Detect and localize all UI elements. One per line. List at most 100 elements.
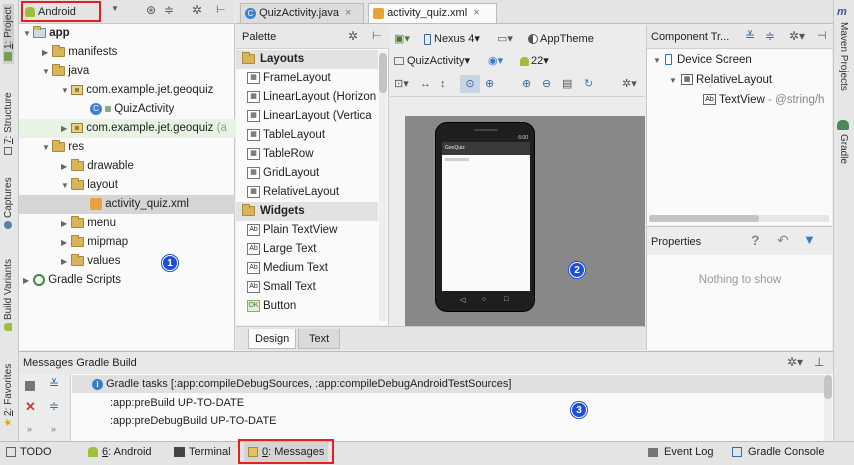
tab-text[interactable]: Text [298, 329, 341, 349]
tree-item[interactable]: ▼ app [19, 24, 235, 43]
activity-selector[interactable]: QuizActivity▾ [394, 52, 470, 70]
tree-item[interactable]: ▼ com.example.jet.geoquiz [19, 81, 235, 100]
close-icon[interactable]: × [473, 7, 479, 19]
tree-item[interactable]: ▶ Gradle Scripts [19, 271, 235, 290]
gear-icon[interactable]: ✲▾ [789, 29, 805, 43]
tree-item[interactable]: ▶ manifests [19, 43, 235, 62]
tab-activity-quiz-xml[interactable]: activity_quiz.xml × [368, 3, 497, 23]
palette-item[interactable]: OK Button [236, 297, 378, 316]
collapse-icon[interactable]: ≑ [164, 3, 174, 17]
palette-item[interactable]: Ab Plain TextView [236, 221, 378, 240]
chevron-down-icon[interactable]: ▼ [111, 4, 119, 13]
gear-icon[interactable]: ✲ [192, 3, 202, 17]
gear-icon[interactable]: ✲▾ [622, 75, 637, 93]
tree-item[interactable]: ▶ drawable [19, 157, 235, 176]
tool-tab-build-variants[interactable]: Build Variants [3, 256, 14, 334]
palette-item[interactable]: ▦ FrameLayout [236, 69, 378, 88]
tool-tab-gradle[interactable]: Gradle [838, 134, 849, 164]
palette-item[interactable]: ▦ GridLayout [236, 164, 378, 183]
hide-icon[interactable]: ⊢ [372, 29, 382, 42]
expand-arrow-icon[interactable]: ▼ [61, 176, 71, 195]
screenshot-icon[interactable]: ▤ [562, 75, 572, 93]
theme-selector[interactable]: AppTheme [528, 30, 594, 48]
collapse-arrow-icon[interactable]: ▶ [42, 43, 52, 62]
messages-line-3[interactable]: :app:preDebugBuild UP-TO-DATE [72, 412, 277, 430]
tree-item[interactable]: activity_quiz.xml [19, 195, 235, 214]
close-icon[interactable]: ✕ [25, 399, 36, 415]
component-textview[interactable]: Ab TextView - @string/h [703, 91, 824, 110]
palette-group-header[interactable]: Layouts [236, 50, 378, 69]
refresh-icon[interactable]: ↻ [584, 75, 593, 93]
status-android[interactable]: 6: Android [88, 442, 152, 462]
more-icon[interactable]: » [51, 424, 56, 434]
status-todo[interactable]: TODO [6, 442, 52, 462]
filter-icon[interactable]: ▼ [803, 232, 816, 247]
fit-width-icon[interactable]: ↔ [420, 75, 431, 93]
expand-arrow-icon[interactable]: ▼ [23, 24, 33, 43]
expand-arrow-icon[interactable]: ▼ [42, 138, 52, 157]
palette-item[interactable]: ▦ RelativeLayout [236, 183, 378, 202]
scrollbar-thumb[interactable] [649, 215, 759, 222]
tree-item[interactable]: ▶ mipmap [19, 233, 235, 252]
hide-icon[interactable]: ⊣ [817, 29, 827, 42]
tree-item[interactable]: ▶ menu [19, 214, 235, 233]
expand-arrow-icon[interactable]: ▼ [669, 71, 679, 90]
help-icon[interactable]: ? [751, 232, 760, 248]
tool-tab-structure[interactable]: 7: Structure [3, 89, 14, 158]
fit-height-icon[interactable]: ↕ [440, 75, 446, 93]
sync-icon[interactable]: ⊛ [146, 3, 156, 17]
expand-all-icon[interactable]: ≚ [745, 29, 755, 43]
tool-tab-captures[interactable]: Captures [3, 174, 14, 232]
collapse-arrow-icon[interactable]: ▶ [61, 119, 71, 138]
tree-item[interactable]: C QuizActivity [19, 100, 235, 119]
zoom-actual-icon[interactable]: ⊙ [460, 75, 480, 93]
undo-icon[interactable]: ↶ [777, 232, 789, 249]
tree-item[interactable]: ▼ res [19, 138, 235, 157]
collapse-arrow-icon[interactable]: ▶ [61, 252, 71, 271]
stop-icon[interactable] [25, 381, 35, 391]
device-selector[interactable]: Nexus 4▾ [424, 30, 480, 48]
expand-icon[interactable]: ≚ [49, 377, 59, 391]
expand-arrow-icon[interactable]: ▼ [61, 81, 71, 100]
scrollbar-thumb[interactable] [379, 53, 387, 93]
close-icon[interactable]: × [345, 7, 351, 19]
messages-line-2[interactable]: :app:preBuild UP-TO-DATE [72, 394, 244, 412]
gear-icon[interactable]: ✲ [348, 29, 358, 43]
expand-arrow-icon[interactable]: ▼ [653, 51, 663, 70]
component-relativelayout[interactable]: ▼ ▦ RelativeLayout [669, 71, 772, 90]
collapse-arrow-icon[interactable]: ▶ [61, 157, 71, 176]
palette-item[interactable]: ▦ LinearLayout (Vertica [236, 107, 378, 126]
scrollbar-thumb[interactable] [824, 375, 832, 399]
tool-tab-maven-projects[interactable]: Maven Projects [838, 22, 849, 91]
locale-icon[interactable]: ◉▾ [488, 52, 503, 70]
collapse-arrow-icon[interactable]: ▶ [61, 233, 71, 252]
layout-variant-icon[interactable]: ▣▾ [394, 30, 410, 48]
palette-scrollbar[interactable] [379, 51, 387, 321]
zoom-fit-icon[interactable]: ⊡▾ [394, 75, 409, 93]
status-gradle-console[interactable]: Gradle Console [732, 442, 824, 462]
collapse-all-icon[interactable]: ≑ [765, 29, 775, 43]
zoom-fit-screen-icon[interactable]: ⊕ [485, 75, 494, 93]
more-icon[interactable]: » [27, 424, 32, 434]
palette-item[interactable]: Ab Large Text [236, 240, 378, 259]
collapse-icon[interactable]: ≑ [49, 399, 59, 413]
design-canvas[interactable]: 6:00 GeoQuiz ◁ ○ □ 2 [405, 116, 645, 326]
tree-item[interactable]: ▼ layout [19, 176, 235, 195]
palette-item[interactable]: Ab Medium Text [236, 259, 378, 278]
palette-item[interactable]: ▦ TableRow [236, 145, 378, 164]
messages-scrollbar[interactable] [824, 375, 832, 441]
zoom-out-icon[interactable]: ⊖ [542, 75, 551, 93]
gear-icon[interactable]: ✲▾ [787, 355, 803, 369]
status-terminal[interactable]: Terminal [174, 442, 231, 462]
api-selector[interactable]: 22▾ [520, 52, 549, 70]
tree-item[interactable]: ▶ values [19, 252, 235, 271]
expand-arrow-icon[interactable]: ▼ [42, 62, 52, 81]
tool-tab-project[interactable]: 1: Project [3, 3, 14, 64]
tab-design[interactable]: Design [248, 329, 297, 349]
collapse-arrow-icon[interactable]: ▶ [23, 271, 33, 290]
collapse-arrow-icon[interactable]: ▶ [61, 214, 71, 233]
tool-tab-favorites[interactable]: ★2: Favorites [3, 361, 14, 430]
tree-item[interactable]: ▼ java [19, 62, 235, 81]
palette-item[interactable]: ▦ LinearLayout (Horizon [236, 88, 378, 107]
palette-item[interactable]: Ab Small Text [236, 278, 378, 297]
